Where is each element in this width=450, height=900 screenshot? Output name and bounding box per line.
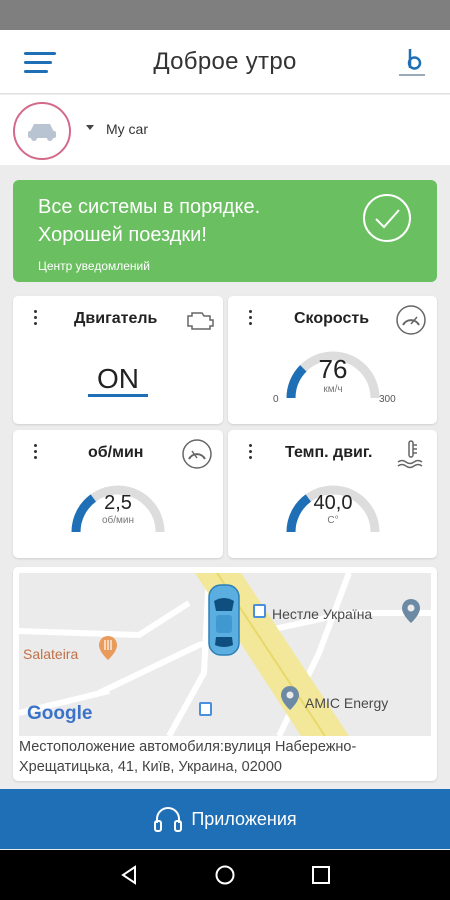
bus-stop-icon [199, 702, 212, 716]
engine-temp-unit: C° [327, 515, 339, 526]
map-poi-nestle[interactable]: Нестле Україна [272, 606, 372, 622]
status-wish: Хорошей поездки! [38, 224, 207, 246]
card-menu-icon[interactable] [246, 444, 254, 462]
restaurant-pin-icon [99, 636, 117, 660]
car-address: Местоположение автомобиля:вулиця Набереж… [19, 739, 357, 775]
rpm-card[interactable]: об/мин 2,5 об/мин [13, 430, 223, 558]
location-pin-icon [281, 686, 299, 710]
apps-button-label: Приложения [191, 808, 297, 829]
car-avatar[interactable] [13, 102, 71, 160]
map-poi-salateira[interactable]: Salateira [23, 646, 78, 662]
location-pin-icon [402, 599, 420, 623]
map-view[interactable]: Нестле Україна Salateira AMIC Energy Goo… [19, 573, 431, 736]
car-name[interactable]: My car [106, 121, 148, 137]
card-menu-icon[interactable] [31, 444, 39, 462]
engine-temp-card[interactable]: Темп. двиг. 40,0 C° [228, 430, 437, 558]
engine-value-underline [88, 394, 148, 397]
back-icon[interactable] [118, 864, 140, 886]
notification-center-link[interactable]: Центр уведомлений [38, 259, 150, 273]
apps-button[interactable]: Приложения [0, 789, 450, 849]
rpm-value: 2,5 [104, 492, 132, 514]
speed-max-label: 300 [379, 394, 396, 405]
system-nav-bar [0, 850, 450, 900]
home-icon[interactable] [214, 864, 236, 886]
car-selector: My car [0, 95, 450, 165]
engine-value: ON [97, 363, 139, 394]
tachometer-icon [182, 439, 212, 469]
card-menu-icon[interactable] [246, 310, 254, 328]
speed-min-label: 0 [273, 394, 279, 405]
rpm-gauge: 2,5 об/мин [65, 468, 171, 540]
bus-stop-icon [253, 604, 266, 618]
check-circle-icon [363, 194, 411, 242]
engine-title: Двигатель [74, 310, 158, 327]
headphones-icon [154, 807, 183, 832]
menu-icon[interactable] [24, 52, 56, 74]
page-title: Доброе утро [153, 47, 297, 75]
map-poi-amic[interactable]: AMIC Energy [305, 695, 388, 711]
rpm-unit: об/мин [101, 515, 135, 526]
status-bar [0, 0, 450, 30]
engine-card[interactable]: Двигатель ON [13, 296, 223, 424]
speed-gauge: 76 км/ч [280, 334, 386, 406]
recents-icon[interactable] [310, 864, 332, 886]
status-message: Все системы в порядке. [38, 196, 261, 218]
speed-value: 76 [318, 354, 348, 384]
speedometer-icon [396, 305, 426, 335]
car-location-marker [208, 584, 240, 656]
location-card: Нестле Україна Salateira AMIC Energy Goo… [13, 567, 437, 781]
coolant-temp-icon [397, 440, 423, 469]
rpm-title: об/мин [88, 444, 144, 461]
speed-title: Скорость [294, 310, 370, 327]
google-logo: Google [27, 703, 93, 724]
car-icon [28, 124, 56, 141]
engine-temp-title: Темп. двиг. [285, 444, 373, 461]
speed-unit: км/ч [323, 384, 343, 395]
speed-card[interactable]: Скорость 76 км/ч 0 300 [228, 296, 437, 424]
status-banner[interactable]: Все системы в порядке. Хорошей поездки! … [13, 180, 437, 282]
brand-logo-icon [399, 49, 425, 76]
engine-temp-gauge: 40,0 C° [280, 468, 386, 540]
engine-temp-value: 40,0 [313, 492, 353, 514]
card-menu-icon[interactable] [31, 310, 39, 328]
chevron-down-icon[interactable] [86, 125, 94, 130]
app-bar: Доброе утро [0, 30, 450, 94]
engine-icon [187, 312, 214, 330]
